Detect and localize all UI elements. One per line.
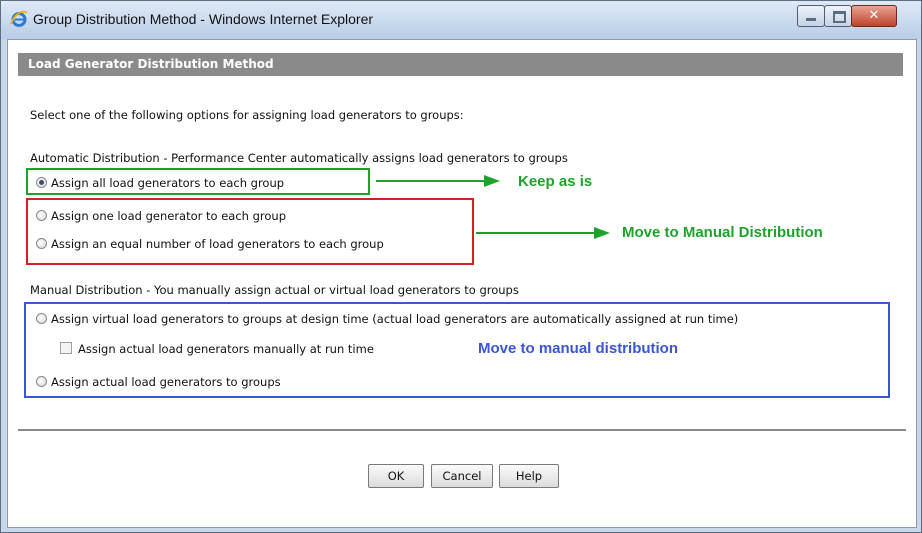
move-highlight-box (26, 198, 474, 265)
keep-highlight-box (26, 168, 370, 195)
instruction-text: Select one of the following options for … (30, 108, 464, 122)
annotation-move-manual-lower: Move to manual distribution (478, 340, 679, 357)
close-button[interactable]: ✕ (851, 5, 897, 27)
manual-distribution-heading: Manual Distribution - You manually assig… (30, 283, 519, 297)
maximize-button[interactable] (824, 5, 852, 27)
maximize-icon (833, 11, 846, 23)
separator (18, 429, 906, 431)
internet-explorer-icon (10, 10, 28, 27)
ok-button[interactable]: OK (368, 464, 424, 488)
annotation-keep: Keep as is (518, 173, 593, 190)
minimize-button[interactable] (797, 5, 825, 27)
cancel-button[interactable]: Cancel (431, 464, 493, 488)
browser-window: Group Distribution Method - Windows Inte… (0, 0, 922, 533)
keep-arrow-icon (376, 175, 500, 187)
manual-highlight-box (24, 302, 890, 398)
move-arrow-icon (476, 227, 610, 239)
annotation-move-manual: Move to Manual Distribution (622, 224, 823, 241)
close-icon: ✕ (868, 8, 880, 23)
automatic-distribution-heading: Automatic Distribution - Performance Cen… (30, 151, 568, 165)
dialog-content: Load Generator Distribution Method Selec… (7, 39, 917, 528)
title-bar[interactable]: Group Distribution Method - Windows Inte… (1, 1, 921, 39)
minimize-icon (806, 18, 816, 21)
dialog-header-title: Load Generator Distribution Method (28, 57, 274, 71)
help-button[interactable]: Help (499, 464, 559, 488)
window-title: Group Distribution Method - Windows Inte… (33, 11, 374, 27)
dialog-header: Load Generator Distribution Method (18, 53, 903, 76)
